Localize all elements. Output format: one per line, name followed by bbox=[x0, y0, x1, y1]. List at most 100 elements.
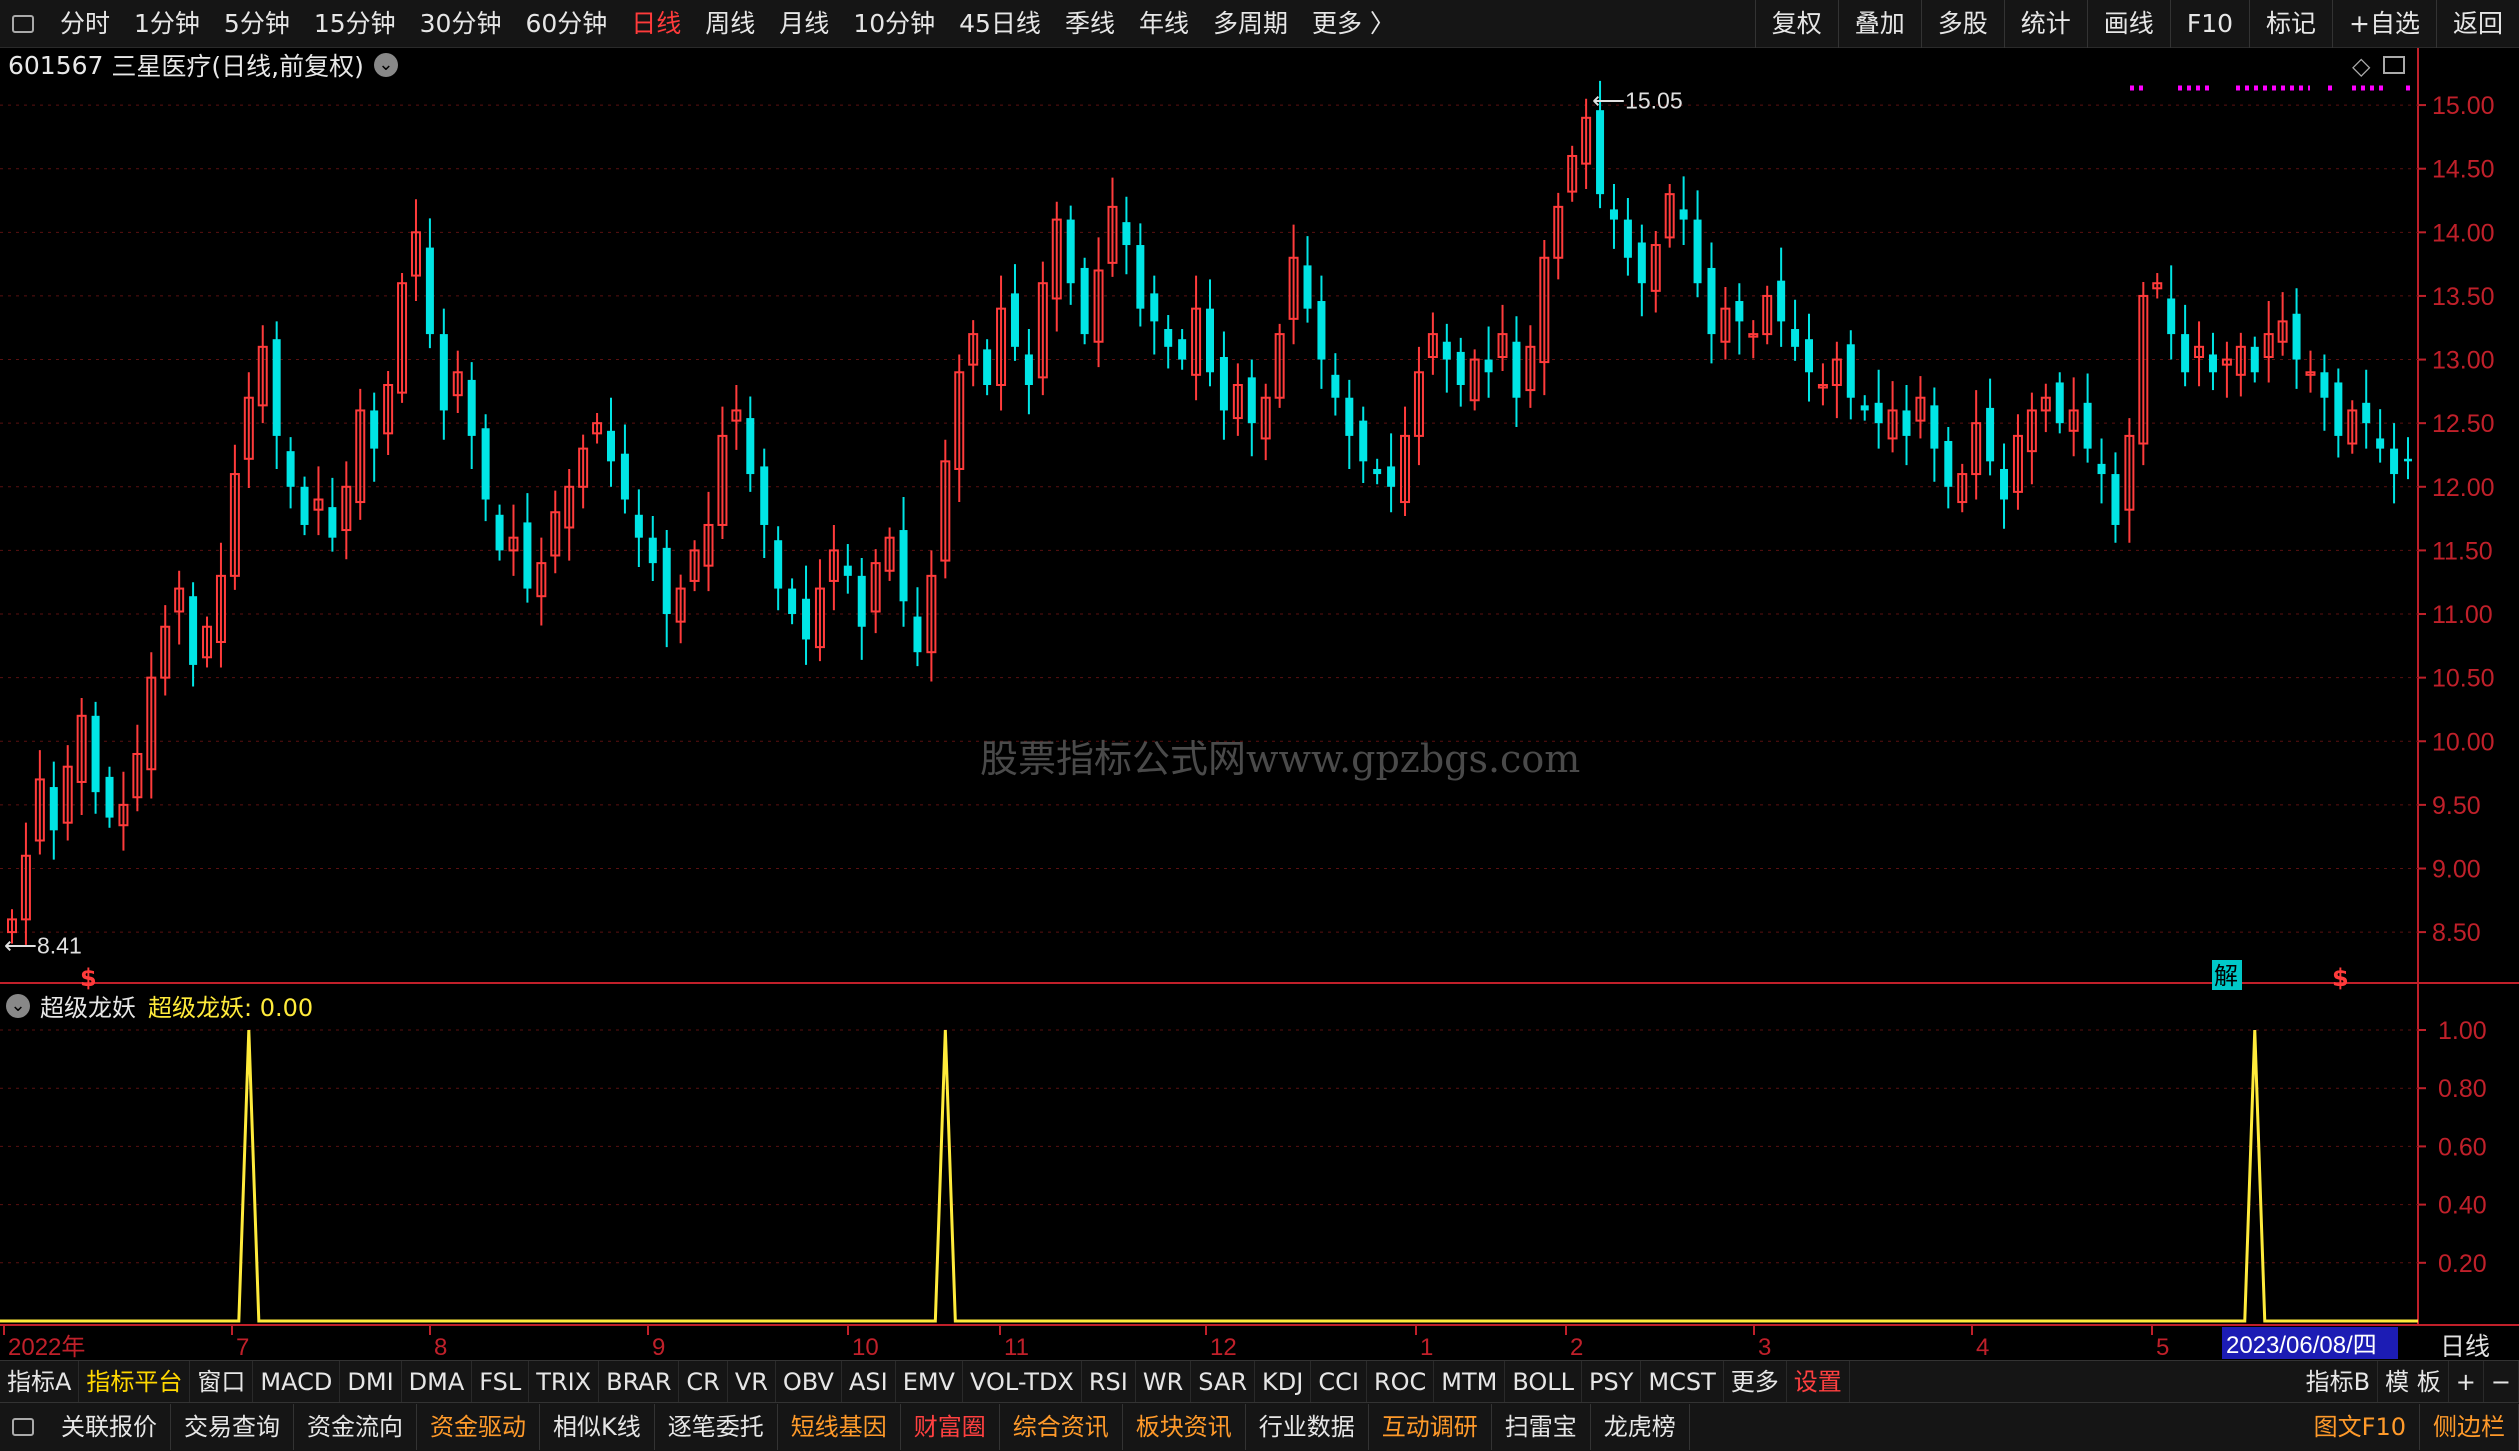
indicator-title: ⌄ 超级龙妖 超级龙妖: 0.00 bbox=[6, 988, 313, 1023]
indicator-tab-14[interactable]: VOL-TDX bbox=[963, 1360, 1082, 1403]
indicator-tab-7[interactable]: TRIX bbox=[529, 1360, 600, 1403]
indicator-right-0[interactable]: 指标B bbox=[2299, 1360, 2379, 1403]
indicator-tab-24[interactable]: MCST bbox=[1641, 1360, 1724, 1403]
indicator-tick-label: 0.40 bbox=[2438, 1192, 2487, 1220]
tab-5[interactable]: 60分钟 bbox=[513, 0, 619, 48]
indicator-tick-label: 0.20 bbox=[2438, 1250, 2487, 1278]
indicator-tab-17[interactable]: SAR bbox=[1191, 1360, 1256, 1403]
indicator-right-1[interactable]: 模 板 bbox=[2378, 1360, 2449, 1403]
bottom-item-13[interactable]: 龙虎榜 bbox=[1591, 1404, 1690, 1450]
tab-13[interactable]: 多周期 bbox=[1201, 0, 1300, 48]
toolbar-button-5[interactable]: F10 bbox=[2169, 0, 2249, 48]
indicator-right-2[interactable]: + bbox=[2449, 1360, 2484, 1403]
indicator-tab-0[interactable]: 指标A bbox=[0, 1360, 80, 1403]
bottom-item-8[interactable]: 综合资讯 bbox=[1000, 1404, 1123, 1450]
bottom-item-4[interactable]: 相似K线 bbox=[540, 1404, 655, 1450]
candle-body-down bbox=[1247, 377, 1256, 424]
price-tick-label: 11.50 bbox=[2432, 537, 2493, 565]
diamond-icon: ◇ bbox=[2352, 52, 2371, 80]
indicator-tab-18[interactable]: KDJ bbox=[1255, 1360, 1312, 1403]
tab-2[interactable]: 5分钟 bbox=[212, 0, 302, 48]
bottom-item-7[interactable]: 财富圈 bbox=[901, 1404, 1000, 1450]
indicator-tab-12[interactable]: ASI bbox=[842, 1360, 896, 1403]
indicator-tab-6[interactable]: FSL bbox=[472, 1360, 530, 1403]
candle-body-down bbox=[2292, 313, 2301, 360]
indicator-tab-19[interactable]: CCI bbox=[1311, 1360, 1367, 1403]
candle-body-down bbox=[1024, 354, 1033, 385]
chevron-down-icon[interactable]: ⌄ bbox=[373, 53, 398, 77]
candle-body-down bbox=[272, 339, 281, 436]
tab-7[interactable]: 周线 bbox=[693, 0, 767, 48]
indicator-tab-26[interactable]: 设置 bbox=[1787, 1360, 1850, 1403]
toolbar-button-2[interactable]: 多股 bbox=[1920, 0, 2004, 48]
candle-body-down bbox=[1484, 359, 1493, 373]
tab-9[interactable]: 10分钟 bbox=[841, 0, 947, 48]
indicator-tab-11[interactable]: OBV bbox=[776, 1360, 842, 1403]
bottom-right-1[interactable]: 侧边栏 bbox=[2420, 1404, 2519, 1450]
bottom-item-5[interactable]: 逐笔委托 bbox=[655, 1404, 778, 1450]
bottom-item-10[interactable]: 行业数据 bbox=[1246, 1404, 1369, 1450]
tab-11[interactable]: 季线 bbox=[1053, 0, 1127, 48]
indicator-right-3[interactable]: − bbox=[2484, 1360, 2519, 1403]
indicator-tab-4[interactable]: DMI bbox=[340, 1360, 402, 1403]
candle-body-down bbox=[495, 514, 504, 551]
candle-body-down bbox=[425, 247, 434, 335]
toolbar-button-3[interactable]: 统计 bbox=[2003, 0, 2087, 48]
indicator-tab-25[interactable]: 更多 bbox=[1724, 1360, 1787, 1403]
bottom-item-1[interactable]: 交易查询 bbox=[171, 1404, 294, 1450]
indicator-tab-10[interactable]: VR bbox=[728, 1360, 776, 1403]
indicator-tab-9[interactable]: CR bbox=[679, 1360, 728, 1403]
indicator-tab-8[interactable]: BRAR bbox=[599, 1360, 680, 1403]
candle-body-down bbox=[857, 575, 866, 627]
candle-body-down bbox=[1331, 374, 1340, 398]
indicator-tab-15[interactable]: RSI bbox=[1082, 1360, 1136, 1403]
candle-body-down bbox=[1735, 301, 1744, 322]
price-tick-label: 14.50 bbox=[2432, 156, 2495, 184]
bottom-item-2[interactable]: 资金流向 bbox=[294, 1404, 417, 1450]
bottom-right-0[interactable]: 图文F10 bbox=[2301, 1404, 2420, 1450]
panel-icon[interactable] bbox=[12, 1418, 34, 1436]
candle-body-down bbox=[2250, 346, 2259, 373]
indicator-tab-13[interactable]: EMV bbox=[896, 1360, 963, 1403]
window-icon[interactable] bbox=[12, 14, 34, 33]
tab-3[interactable]: 15分钟 bbox=[302, 0, 408, 48]
candle-body-down bbox=[1860, 405, 1869, 411]
tab-12[interactable]: 年线 bbox=[1127, 0, 1201, 48]
indicator-tab-3[interactable]: MACD bbox=[253, 1360, 341, 1403]
tab-1[interactable]: 1分钟 bbox=[122, 0, 212, 48]
bottom-item-12[interactable]: 扫雷宝 bbox=[1492, 1404, 1591, 1450]
candle-body-down bbox=[1387, 466, 1396, 487]
toolbar-right: 复权 叠加 多股 统计 画线 F10 标记 +自选 返回 bbox=[1754, 0, 2519, 48]
toolbar-button-1[interactable]: 叠加 bbox=[1837, 0, 1921, 48]
tab-0[interactable]: 分时 bbox=[48, 0, 122, 48]
toolbar-button-7[interactable]: +自选 bbox=[2332, 0, 2436, 48]
candle-body-down bbox=[439, 334, 448, 411]
indicator-tab-16[interactable]: WR bbox=[1136, 1360, 1192, 1403]
bottom-item-3[interactable]: 资金驱动 bbox=[417, 1404, 540, 1450]
indicator-tab-5[interactable]: DMA bbox=[402, 1360, 473, 1403]
indicator-tab-20[interactable]: ROC bbox=[1367, 1360, 1435, 1403]
candle-body-down bbox=[843, 565, 852, 576]
indicator-tab-23[interactable]: PSY bbox=[1582, 1360, 1642, 1403]
toolbar-button-8[interactable]: 返回 bbox=[2435, 0, 2519, 48]
tab-14[interactable]: 更多 〉 bbox=[1300, 0, 1407, 48]
bottom-item-6[interactable]: 短线基因 bbox=[778, 1404, 901, 1450]
toolbar-button-4[interactable]: 画线 bbox=[2086, 0, 2170, 48]
tab-6[interactable]: 日线 bbox=[619, 0, 693, 48]
bottom-item-0[interactable]: 关联报价 bbox=[48, 1404, 171, 1450]
indicator-tab-22[interactable]: BOLL bbox=[1505, 1360, 1583, 1403]
toolbar-button-0[interactable]: 复权 bbox=[1754, 0, 1838, 48]
tab-4[interactable]: 30分钟 bbox=[408, 0, 514, 48]
kline-chart[interactable]: 15.00 14.50 14.00 13.50 13.00 12.50 12.00 11.50… bbox=[0, 48, 2519, 1360]
toolbar-button-6[interactable]: 标记 bbox=[2249, 0, 2332, 48]
bottom-item-9[interactable]: 板块资讯 bbox=[1123, 1404, 1246, 1450]
indicator-tab-21[interactable]: MTM bbox=[1434, 1360, 1506, 1403]
tab-8[interactable]: 月线 bbox=[767, 0, 841, 48]
bottom-item-11[interactable]: 互动调研 bbox=[1369, 1404, 1492, 1450]
indicator-tab-1[interactable]: 指标平台 bbox=[79, 1360, 191, 1403]
candle-body-down bbox=[1679, 209, 1688, 220]
indicator-tab-2[interactable]: 窗口 bbox=[190, 1360, 254, 1403]
candle-body-down bbox=[1150, 293, 1159, 322]
chevron-down-icon[interactable]: ⌄ bbox=[6, 993, 30, 1018]
tab-10[interactable]: 45日线 bbox=[947, 0, 1053, 48]
